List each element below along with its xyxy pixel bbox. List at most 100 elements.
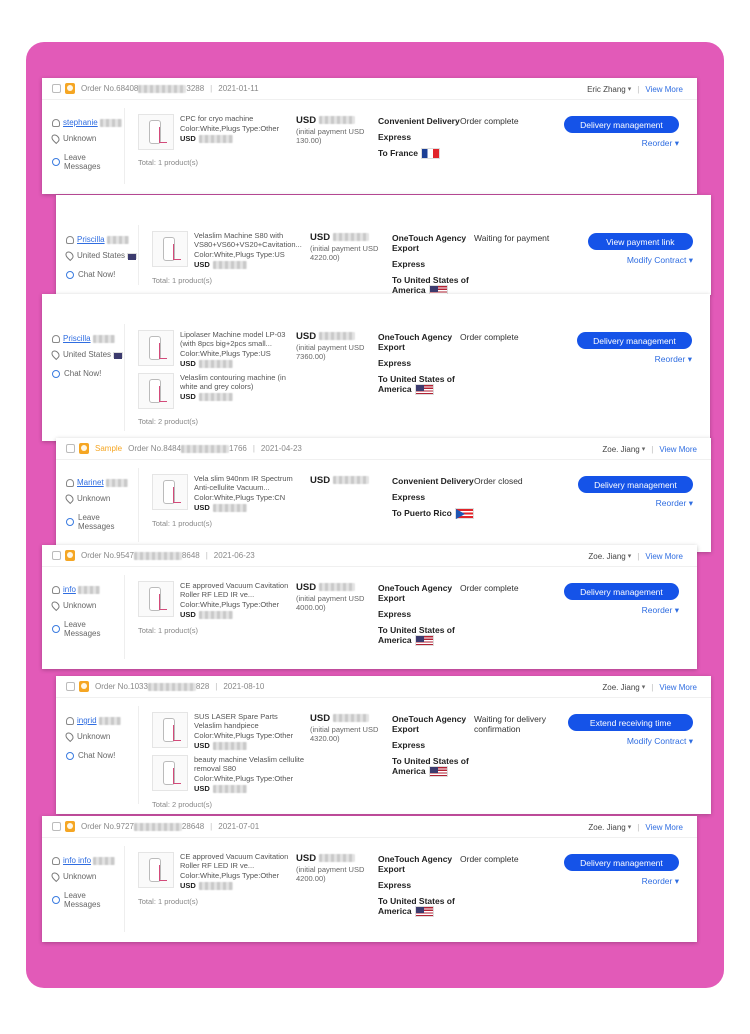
agent-name[interactable]: Eric Zhang <box>587 85 626 94</box>
select-checkbox[interactable] <box>52 84 61 93</box>
product-thumbnail[interactable] <box>138 373 174 409</box>
select-checkbox[interactable] <box>52 822 61 831</box>
order-number[interactable]: Order No.68408 <box>81 84 138 93</box>
chevron-down-icon[interactable]: ▾ <box>672 605 679 615</box>
contact-link[interactable]: Chat Now! <box>78 270 115 279</box>
buyer-name[interactable]: info info <box>63 856 91 865</box>
chevron-down-icon[interactable]: ▾ <box>628 552 632 560</box>
order-number[interactable]: Order No.1033 <box>95 682 148 691</box>
secondary-action-link[interactable]: Reorder ▾ <box>655 354 692 365</box>
agent-name[interactable]: Zoe. Jiang <box>602 683 639 692</box>
product-title[interactable]: SUS LASER Spare Parts Velaslim handpiece <box>194 712 306 730</box>
product-thumbnail[interactable] <box>152 474 188 510</box>
primary-action-button[interactable]: Delivery management <box>563 116 679 133</box>
buyer-name[interactable]: stephanie <box>63 118 98 127</box>
contact-buyer[interactable]: Leave Messages <box>52 620 124 638</box>
chevron-down-icon[interactable]: ▾ <box>686 255 693 265</box>
secondary-link-text[interactable]: Reorder <box>642 605 673 615</box>
view-more-link[interactable]: View More <box>659 445 697 454</box>
select-checkbox[interactable] <box>66 444 75 453</box>
contact-link[interactable]: Leave Messages <box>78 513 138 531</box>
secondary-link-text[interactable]: Reorder <box>642 138 673 148</box>
contact-buyer[interactable]: Chat Now! <box>66 751 138 760</box>
view-more-link[interactable]: View More <box>645 823 683 832</box>
buyer-name[interactable]: Marinet <box>77 478 104 487</box>
primary-action-button[interactable]: Delivery management <box>563 583 679 600</box>
select-checkbox[interactable] <box>66 682 75 691</box>
product-thumbnail[interactable] <box>138 581 174 617</box>
order-status: Order complete <box>460 116 519 126</box>
select-checkbox[interactable] <box>52 551 61 560</box>
buyer-name-link[interactable]: Priscilla <box>66 235 138 244</box>
chevron-down-icon[interactable]: ▾ <box>686 736 693 746</box>
chevron-down-icon[interactable]: ▾ <box>628 823 632 831</box>
product-title[interactable]: Vela slim 940nm IR Spectrum Anti-celluli… <box>194 474 306 492</box>
secondary-action-link[interactable]: Modify Contract ▾ <box>627 255 693 266</box>
agent-name[interactable]: Zoe. Jiang <box>602 445 639 454</box>
primary-action-button[interactable]: Extend receiving time <box>568 714 693 731</box>
product-title[interactable]: CE approved Vacuum Cavitation Roller RF … <box>180 581 292 599</box>
buyer-name-link[interactable]: Marinet <box>66 478 138 487</box>
secondary-link-text[interactable]: Reorder <box>655 354 686 364</box>
contact-link[interactable]: Leave Messages <box>64 891 124 909</box>
contact-buyer[interactable]: Chat Now! <box>52 369 124 378</box>
primary-action-button[interactable]: Delivery management <box>576 332 692 349</box>
product-thumbnail[interactable] <box>138 114 174 150</box>
chevron-down-icon[interactable]: ▾ <box>685 354 692 364</box>
contact-buyer[interactable]: Leave Messages <box>52 891 124 909</box>
contact-buyer[interactable]: Leave Messages <box>66 513 138 531</box>
buyer-name-link[interactable]: info <box>52 585 124 594</box>
chevron-down-icon[interactable]: ▾ <box>672 876 679 886</box>
agent-name[interactable]: Zoe. Jiang <box>588 823 625 832</box>
buyer-name-link[interactable]: ingrid <box>66 716 138 725</box>
primary-action-button[interactable]: Delivery management <box>563 854 679 871</box>
product-title[interactable]: beauty machine Velaslim cellulite remova… <box>194 755 306 773</box>
buyer-name-link[interactable]: info info <box>52 856 124 865</box>
agent-name[interactable]: Zoe. Jiang <box>588 552 625 561</box>
contact-link[interactable]: Chat Now! <box>78 751 115 760</box>
buyer-name[interactable]: ingrid <box>77 716 97 725</box>
secondary-link-text[interactable]: Reorder <box>656 498 687 508</box>
view-more-link[interactable]: View More <box>645 85 683 94</box>
primary-action-button[interactable]: View payment link <box>587 233 693 250</box>
secondary-action-link[interactable]: Reorder ▾ <box>642 876 679 887</box>
product-thumbnail[interactable] <box>152 755 188 791</box>
chevron-down-icon[interactable]: ▾ <box>672 138 679 148</box>
chevron-down-icon[interactable]: ▾ <box>686 498 693 508</box>
product-thumbnail[interactable] <box>138 330 174 366</box>
order-number[interactable]: Order No.9547 <box>81 551 134 560</box>
chevron-down-icon[interactable]: ▾ <box>628 85 632 93</box>
buyer-name-link[interactable]: stephanie <box>52 118 124 127</box>
order-number[interactable]: Order No.8484 <box>128 444 181 453</box>
product-title[interactable]: Velaslim contouring machine (in white an… <box>180 373 292 391</box>
contact-buyer[interactable]: Chat Now! <box>66 270 138 279</box>
secondary-link-text[interactable]: Modify Contract <box>627 255 687 265</box>
buyer-name-link[interactable]: Priscilla <box>52 334 124 343</box>
secondary-link-text[interactable]: Modify Contract <box>627 736 687 746</box>
product-thumbnail[interactable] <box>152 231 188 267</box>
chevron-down-icon[interactable]: ▾ <box>642 683 646 691</box>
product-title[interactable]: CPC for cryo machine <box>180 114 292 123</box>
secondary-action-link[interactable]: Modify Contract ▾ <box>627 736 693 747</box>
secondary-action-link[interactable]: Reorder ▾ <box>642 605 679 616</box>
buyer-name[interactable]: Priscilla <box>77 235 105 244</box>
product-thumbnail[interactable] <box>152 712 188 748</box>
product-title[interactable]: Lipolaser Machine model LP-03 (with 8pcs… <box>180 330 292 348</box>
secondary-link-text[interactable]: Reorder <box>642 876 673 886</box>
product-thumbnail[interactable] <box>138 852 174 888</box>
view-more-link[interactable]: View More <box>659 683 697 692</box>
view-more-link[interactable]: View More <box>645 552 683 561</box>
buyer-name[interactable]: Priscilla <box>63 334 91 343</box>
contact-buyer[interactable]: Leave Messages <box>52 153 124 171</box>
secondary-action-link[interactable]: Reorder ▾ <box>656 498 693 509</box>
contact-link[interactable]: Leave Messages <box>64 620 124 638</box>
primary-action-button[interactable]: Delivery management <box>577 476 693 493</box>
order-number[interactable]: Order No.9727 <box>81 822 134 831</box>
product-title[interactable]: Velaslim Machine S80 with VS80+VS60+VS20… <box>194 231 306 249</box>
contact-link[interactable]: Chat Now! <box>64 369 101 378</box>
contact-link[interactable]: Leave Messages <box>64 153 124 171</box>
product-title[interactable]: CE approved Vacuum Cavitation Roller RF … <box>180 852 292 870</box>
chevron-down-icon[interactable]: ▾ <box>642 445 646 453</box>
secondary-action-link[interactable]: Reorder ▾ <box>642 138 679 149</box>
buyer-name[interactable]: info <box>63 585 76 594</box>
